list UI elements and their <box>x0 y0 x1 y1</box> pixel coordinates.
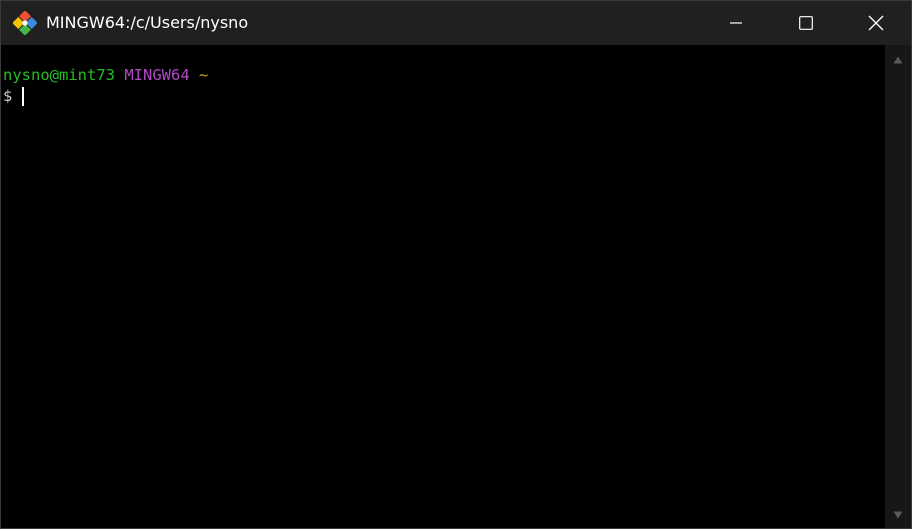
title-bar[interactable]: MINGW64:/c/Users/nysno <box>1 1 911 45</box>
prompt-directory: ~ <box>199 66 209 84</box>
prompt-user-host: nysno@mint73 <box>3 66 115 84</box>
terminal-output[interactable]: nysno@mint73 MINGW64 ~ $ <box>1 45 884 528</box>
scroll-down-icon[interactable] <box>893 510 903 520</box>
scroll-up-icon[interactable] <box>893 55 903 65</box>
close-icon <box>868 15 884 31</box>
scroll-thumb[interactable] <box>895 73 901 503</box>
maximize-icon <box>799 16 813 30</box>
terminal-window: MINGW64:/c/Users/nysno nysno@mint73 MING… <box>0 0 912 529</box>
minimize-icon <box>730 22 742 24</box>
maximize-button[interactable] <box>771 1 841 45</box>
close-button[interactable] <box>841 1 911 45</box>
prompt-system: MINGW64 <box>124 66 190 84</box>
window-title: MINGW64:/c/Users/nysno <box>46 13 249 32</box>
minimize-button[interactable] <box>701 1 771 45</box>
prompt-symbol: $ <box>3 87 13 105</box>
text-cursor <box>21 87 24 106</box>
vertical-scrollbar[interactable] <box>885 45 911 528</box>
git-bash-icon <box>13 11 37 35</box>
